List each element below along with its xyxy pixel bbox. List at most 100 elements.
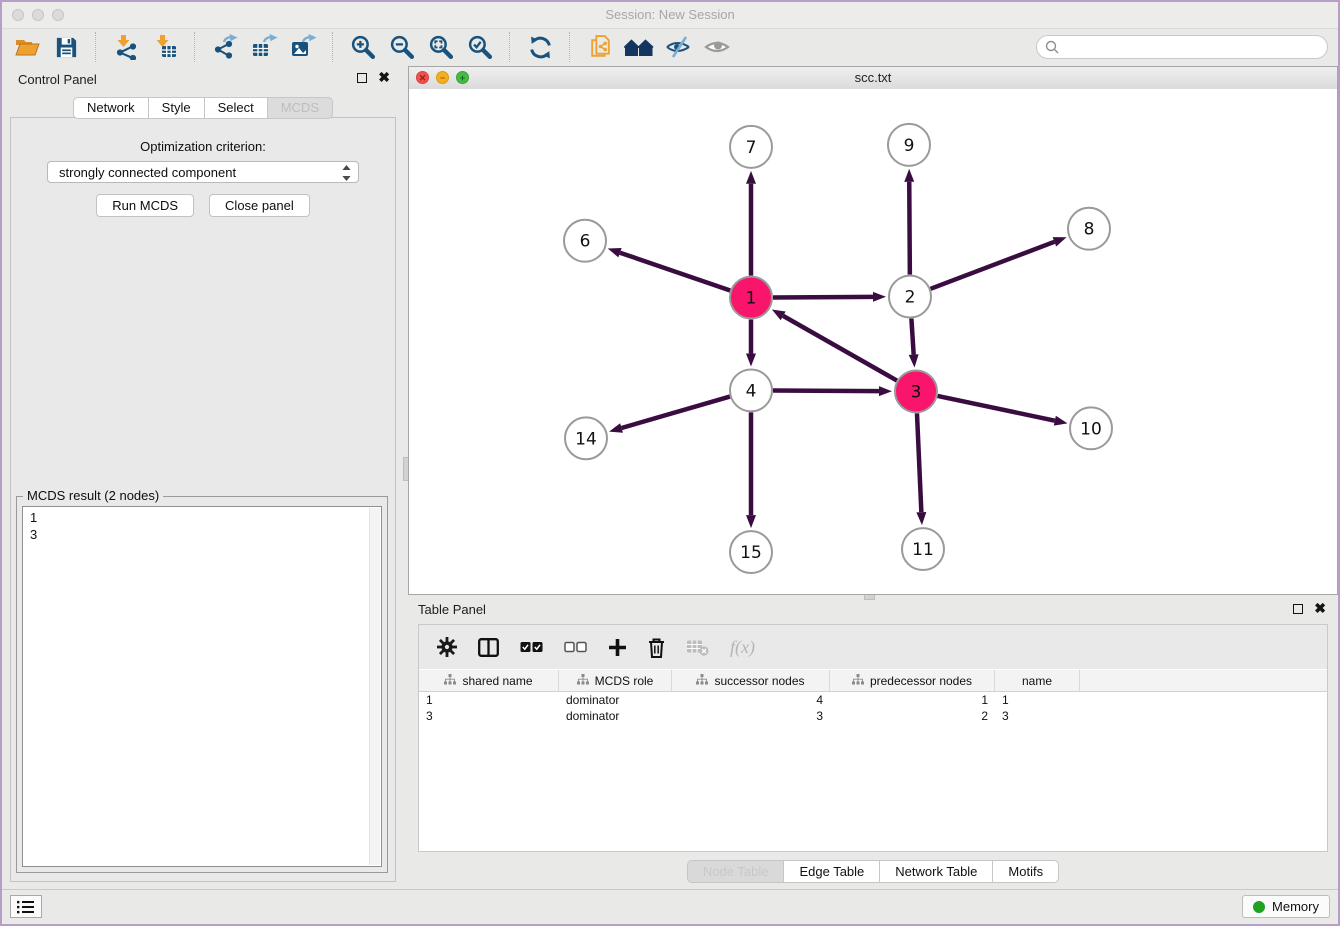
- close-panel-icon[interactable]: ✖: [378, 72, 390, 83]
- zoom-in-icon[interactable]: [348, 32, 378, 62]
- cell-predecessor-nodes[interactable]: 1: [830, 692, 995, 708]
- mcds-result-area[interactable]: 1 3: [22, 506, 382, 867]
- run-mcds-button[interactable]: Run MCDS: [96, 194, 194, 217]
- close-window-icon[interactable]: ✕: [416, 71, 429, 84]
- cell-name[interactable]: 3: [995, 708, 1080, 724]
- cell-shared-name[interactable]: 1: [419, 692, 559, 708]
- zoom-out-icon[interactable]: [387, 32, 417, 62]
- import-table-icon[interactable]: [150, 32, 180, 62]
- control-tab-network[interactable]: Network: [73, 97, 149, 119]
- column-header-predecessor-nodes[interactable]: predecessor nodes: [830, 670, 995, 691]
- edge-4-to-3[interactable]: [773, 386, 892, 396]
- cell-MCDS-role[interactable]: dominator: [559, 708, 672, 724]
- edge-3-to-11[interactable]: [916, 413, 926, 525]
- column-header-shared-name[interactable]: shared name: [419, 670, 559, 691]
- network-window-titlebar: ✕ − + scc.txt: [409, 67, 1337, 90]
- close-panel-icon[interactable]: ✖: [1314, 603, 1326, 614]
- cell-successor-nodes[interactable]: 3: [672, 708, 830, 724]
- result-scrollbar[interactable]: [369, 508, 380, 865]
- close-traffic-icon[interactable]: [12, 9, 24, 21]
- edge-4-to-15[interactable]: [746, 412, 756, 528]
- table-tab-network-table[interactable]: Network Table: [880, 860, 993, 883]
- table-tab-edge-table[interactable]: Edge Table: [784, 860, 880, 883]
- show-view-icon[interactable]: [702, 32, 732, 62]
- minimize-window-icon[interactable]: −: [436, 71, 449, 84]
- zoom-selected-icon[interactable]: [465, 32, 495, 62]
- svg-text:3: 3: [911, 382, 922, 402]
- graph-node-9[interactable]: 9: [888, 124, 930, 166]
- svg-text:14: 14: [575, 429, 597, 449]
- float-panel-icon[interactable]: [1293, 604, 1303, 614]
- export-table-icon[interactable]: [249, 32, 279, 62]
- add-row-icon[interactable]: [608, 638, 627, 657]
- import-network-icon[interactable]: [111, 32, 141, 62]
- close-panel-button[interactable]: Close panel: [209, 194, 310, 217]
- graph-node-8[interactable]: 8: [1068, 208, 1110, 250]
- graph-node-1[interactable]: 1: [730, 277, 772, 319]
- cell-name[interactable]: 1: [995, 692, 1080, 708]
- edge-2-to-9[interactable]: [904, 169, 914, 275]
- memory-button[interactable]: Memory: [1242, 895, 1330, 918]
- graph-node-11[interactable]: 11: [902, 528, 944, 570]
- delete-table-icon: [686, 639, 709, 656]
- edge-1-to-6[interactable]: [608, 248, 730, 290]
- delete-row-icon[interactable]: [648, 637, 665, 658]
- maximize-window-icon[interactable]: +: [456, 71, 469, 84]
- hide-view-icon[interactable]: [663, 32, 693, 62]
- edge-4-to-14[interactable]: [609, 397, 730, 433]
- graph-node-2[interactable]: 2: [889, 276, 931, 318]
- graph-node-14[interactable]: 14: [565, 417, 607, 459]
- graph-node-6[interactable]: 6: [564, 220, 606, 262]
- edge-2-to-8[interactable]: [931, 237, 1067, 289]
- network-graph[interactable]: 7 9 6 8 1 2 4 3 14 10 15 11: [409, 89, 1337, 594]
- search-input[interactable]: [1036, 35, 1328, 59]
- maximize-traffic-icon[interactable]: [52, 9, 64, 21]
- column-header-successor-nodes[interactable]: successor nodes: [672, 670, 830, 691]
- refresh-view-icon[interactable]: [525, 32, 555, 62]
- control-tab-select[interactable]: Select: [205, 97, 268, 119]
- table-tab-node-table[interactable]: Node Table: [687, 860, 785, 883]
- select-all-checkboxes-icon[interactable]: [520, 641, 543, 653]
- graph-node-4[interactable]: 4: [730, 369, 772, 411]
- task-history-button[interactable]: [10, 895, 42, 918]
- cell-shared-name[interactable]: 3: [419, 708, 559, 724]
- edge-1-to-7[interactable]: [746, 171, 756, 276]
- control-tab-style[interactable]: Style: [149, 97, 205, 119]
- graph-node-3[interactable]: 3: [895, 370, 937, 412]
- edge-2-to-3[interactable]: [909, 319, 919, 368]
- export-image-icon[interactable]: [288, 32, 318, 62]
- show-column-icon[interactable]: [478, 638, 499, 657]
- float-panel-icon[interactable]: [357, 73, 367, 83]
- edge-3-to-1[interactable]: [772, 309, 897, 380]
- graph-node-7[interactable]: 7: [730, 126, 772, 168]
- open-network-file-icon[interactable]: [585, 32, 615, 62]
- cell-MCDS-role[interactable]: dominator: [559, 692, 672, 708]
- settings-gear-icon[interactable]: [437, 637, 457, 657]
- control-tab-mcds[interactable]: MCDS: [268, 97, 333, 119]
- open-session-icon[interactable]: [12, 32, 42, 62]
- cell-predecessor-nodes[interactable]: 2: [830, 708, 995, 724]
- edge-1-to-2[interactable]: [773, 292, 886, 302]
- home-icon[interactable]: [624, 32, 654, 62]
- criterion-dropdown[interactable]: strongly connected component: [47, 161, 359, 183]
- table-panel-tabs: Node TableEdge TableNetwork TableMotifs: [408, 860, 1338, 883]
- column-header-name[interactable]: name: [995, 670, 1080, 691]
- graph-node-10[interactable]: 10: [1070, 407, 1112, 449]
- title-bar: Session: New Session: [2, 2, 1338, 29]
- cell-successor-nodes[interactable]: 4: [672, 692, 830, 708]
- deselect-all-checkboxes-icon[interactable]: [564, 641, 587, 653]
- table-panel-window-buttons: ✖: [1293, 603, 1326, 614]
- graph-node-15[interactable]: 15: [730, 531, 772, 573]
- network-canvas[interactable]: 7 9 6 8 1 2 4 3 14 10 15 11: [409, 89, 1337, 594]
- export-network-icon[interactable]: [210, 32, 240, 62]
- criterion-dropdown-value: strongly connected component: [59, 165, 236, 180]
- status-bar: Memory: [2, 889, 1338, 924]
- minimize-traffic-icon[interactable]: [32, 9, 44, 21]
- save-session-icon[interactable]: [51, 32, 81, 62]
- zoom-fit-icon[interactable]: [426, 32, 456, 62]
- column-header-MCDS-role[interactable]: MCDS role: [559, 670, 672, 691]
- table-tab-motifs[interactable]: Motifs: [993, 860, 1059, 883]
- edge-3-to-10[interactable]: [938, 396, 1068, 426]
- mcds-action-buttons: Run MCDS Close panel: [11, 194, 395, 217]
- edge-1-to-4[interactable]: [746, 320, 756, 367]
